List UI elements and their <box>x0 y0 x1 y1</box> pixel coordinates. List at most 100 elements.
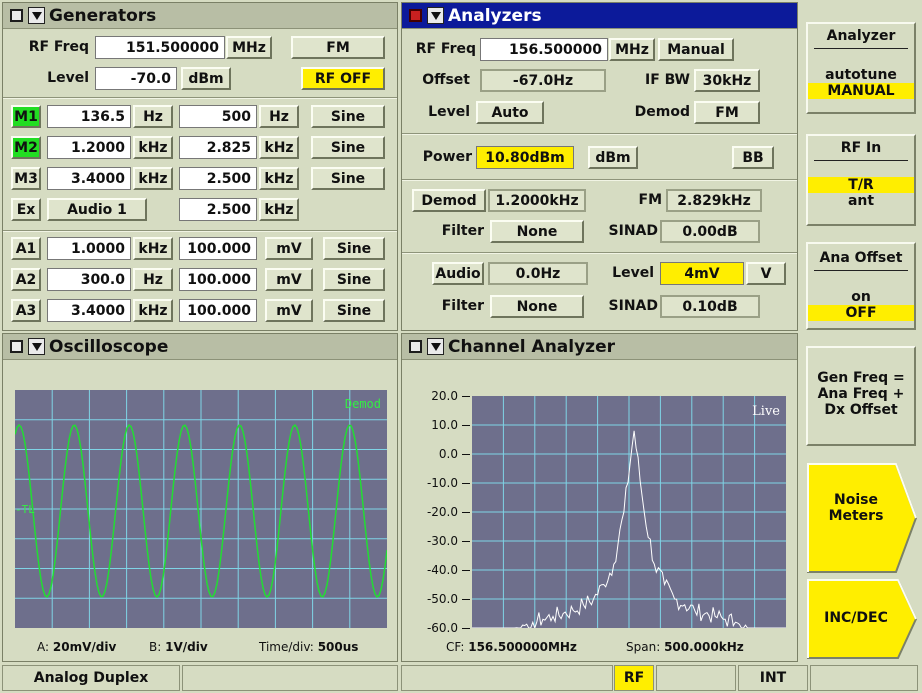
audio-level-field[interactable]: 100.000 <box>179 268 257 291</box>
tick-mark <box>462 541 470 542</box>
spectrum-y-tick: -10.0 <box>426 476 458 490</box>
audio-freq-field[interactable]: 3.4000 <box>47 299 131 322</box>
gen-mode-button[interactable]: FM <box>291 36 385 59</box>
ex-dev-field[interactable]: 2.500 <box>179 198 257 221</box>
status-empty-4 <box>810 665 918 691</box>
scope-b-scale: B: 1V/div <box>149 640 208 654</box>
spectrum-live-label: Live <box>752 404 780 419</box>
spectrum-svg <box>472 396 786 628</box>
scope-a-value: 20mV/div <box>52 640 117 654</box>
audio-level-field[interactable]: 100.000 <box>179 237 257 260</box>
mod-freq-unit[interactable]: Hz <box>133 105 173 128</box>
gen-level-unit[interactable]: dBm <box>181 67 231 90</box>
ana-power-unit[interactable]: dBm <box>588 146 638 169</box>
mod-wave-button[interactable]: Sine <box>311 136 385 159</box>
divider <box>3 97 397 99</box>
audio-name-button[interactable]: A1 <box>11 237 41 260</box>
audio-wave-button[interactable]: Sine <box>323 237 385 260</box>
spectrum-span: Span: 500.000kHz <box>626 640 744 654</box>
ana-demod-button[interactable]: FM <box>694 101 760 124</box>
audio-level-unit[interactable]: mV <box>265 268 313 291</box>
ana-filter1-button[interactable]: None <box>490 220 584 243</box>
generators-title: Generators <box>49 5 157 26</box>
rf-in-softkey-title: RF In <box>840 140 882 156</box>
menu-down-icon[interactable] <box>427 7 444 24</box>
oscilloscope-panel: Oscilloscope Demod -TL A: 20mV/div B: 1V… <box>2 333 398 662</box>
mod-freq-unit[interactable]: kHz <box>133 167 173 190</box>
status-empty-2 <box>401 665 613 691</box>
audio-freq-field[interactable]: 1.0000 <box>47 237 131 260</box>
oscilloscope-titlebar[interactable]: Oscilloscope <box>3 334 397 360</box>
audio-wave-button[interactable]: Sine <box>323 268 385 291</box>
mod-dev-field[interactable]: 500 <box>179 105 257 128</box>
menu-down-icon[interactable] <box>28 7 45 24</box>
ana-tune-button[interactable]: Manual <box>658 38 734 61</box>
mod-freq-unit[interactable]: kHz <box>133 136 173 159</box>
ex-dev-unit[interactable]: kHz <box>259 198 299 221</box>
noise-meters-softkey[interactable]: Noise Meters <box>806 462 918 574</box>
mod-name-button[interactable]: M2 <box>11 136 41 159</box>
maximize-icon[interactable] <box>409 9 422 22</box>
tick-mark <box>462 454 470 455</box>
generators-titlebar[interactable]: Generators <box>3 3 397 29</box>
mod-freq-field[interactable]: 136.5 <box>47 105 131 128</box>
audio-freq-unit[interactable]: kHz <box>133 237 173 260</box>
ana-level-button[interactable]: Auto <box>476 101 544 124</box>
ant-option: ant <box>808 193 914 209</box>
mod-freq-field[interactable]: 3.4000 <box>47 167 131 190</box>
rf-in-softkey[interactable]: RF In T/R ant <box>806 134 916 226</box>
ana-rf-freq-field[interactable]: 156.500000 <box>480 38 608 61</box>
gen-freq-softkey[interactable]: Gen Freq = Ana Freq + Dx Offset <box>806 346 916 446</box>
tick-mark <box>462 425 470 426</box>
mod-dev-unit[interactable]: kHz <box>259 136 299 159</box>
mod-dev-unit[interactable]: Hz <box>259 105 299 128</box>
ex-source-button[interactable]: Audio 1 <box>47 198 147 221</box>
audio-level-unit[interactable]: mV <box>265 299 313 322</box>
audio-freq-unit[interactable]: Hz <box>133 268 173 291</box>
maximize-icon[interactable] <box>10 9 23 22</box>
ana-demod-label: Demod <box>634 104 690 120</box>
inc-dec-softkey[interactable]: INC/DEC <box>806 578 918 660</box>
audio-level-field[interactable]: 100.000 <box>179 299 257 322</box>
ana-audio-button[interactable]: Audio <box>432 262 484 285</box>
gen-freq-line1: Gen Freq = <box>817 370 905 386</box>
bb-button[interactable]: BB <box>732 146 774 169</box>
mod-name-button[interactable]: M3 <box>11 167 41 190</box>
audio-name-button[interactable]: A3 <box>11 299 41 322</box>
gen-rf-freq-unit[interactable]: MHz <box>226 36 272 59</box>
audio-wave-button[interactable]: Sine <box>323 299 385 322</box>
menu-down-icon[interactable] <box>28 338 45 355</box>
menu-down-icon[interactable] <box>427 338 444 355</box>
ana-offset-label: Offset <box>422 72 470 88</box>
audio-name-button[interactable]: A2 <box>11 268 41 291</box>
mod-name-button[interactable]: M1 <box>11 105 41 128</box>
ana-audio-level-unit[interactable]: V <box>746 262 786 285</box>
analyzer-softkey[interactable]: Analyzer autotune MANUAL <box>806 22 916 114</box>
maximize-icon[interactable] <box>409 340 422 353</box>
mod-dev-field[interactable]: 2.500 <box>179 167 257 190</box>
oscilloscope-screen[interactable]: Demod -TL <box>15 390 387 628</box>
ana-filter2-button[interactable]: None <box>490 295 584 318</box>
rf-off-button[interactable]: RF OFF <box>301 67 385 90</box>
audio-freq-unit[interactable]: kHz <box>133 299 173 322</box>
audio-freq-field[interactable]: 300.0 <box>47 268 131 291</box>
mod-dev-field[interactable]: 2.825 <box>179 136 257 159</box>
maximize-icon[interactable] <box>10 340 23 353</box>
ana-rf-freq-unit[interactable]: MHz <box>609 38 655 61</box>
ana-offset-softkey[interactable]: Ana Offset on OFF <box>806 242 916 330</box>
gen-rf-freq-field[interactable]: 151.500000 <box>95 36 225 59</box>
ex-name-button[interactable]: Ex <box>11 198 41 221</box>
mod-dev-unit[interactable]: kHz <box>259 167 299 190</box>
inc-dec-label: INC/DEC <box>824 610 888 626</box>
spectrum-screen[interactable]: Live <box>472 396 786 628</box>
mod-wave-button[interactable]: Sine <box>311 105 385 128</box>
mod-freq-field[interactable]: 1.2000 <box>47 136 131 159</box>
channel-analyzer-titlebar[interactable]: Channel Analyzer <box>402 334 797 360</box>
audio-level-unit[interactable]: mV <box>265 237 313 260</box>
gen-level-field[interactable]: -70.0 <box>95 67 177 90</box>
analyzers-titlebar[interactable]: Analyzers <box>402 3 797 29</box>
ana-demod-meter-button[interactable]: Demod <box>412 189 486 212</box>
ana-ifbw-button[interactable]: 30kHz <box>694 69 760 92</box>
divider <box>814 160 908 161</box>
mod-wave-button[interactable]: Sine <box>311 167 385 190</box>
